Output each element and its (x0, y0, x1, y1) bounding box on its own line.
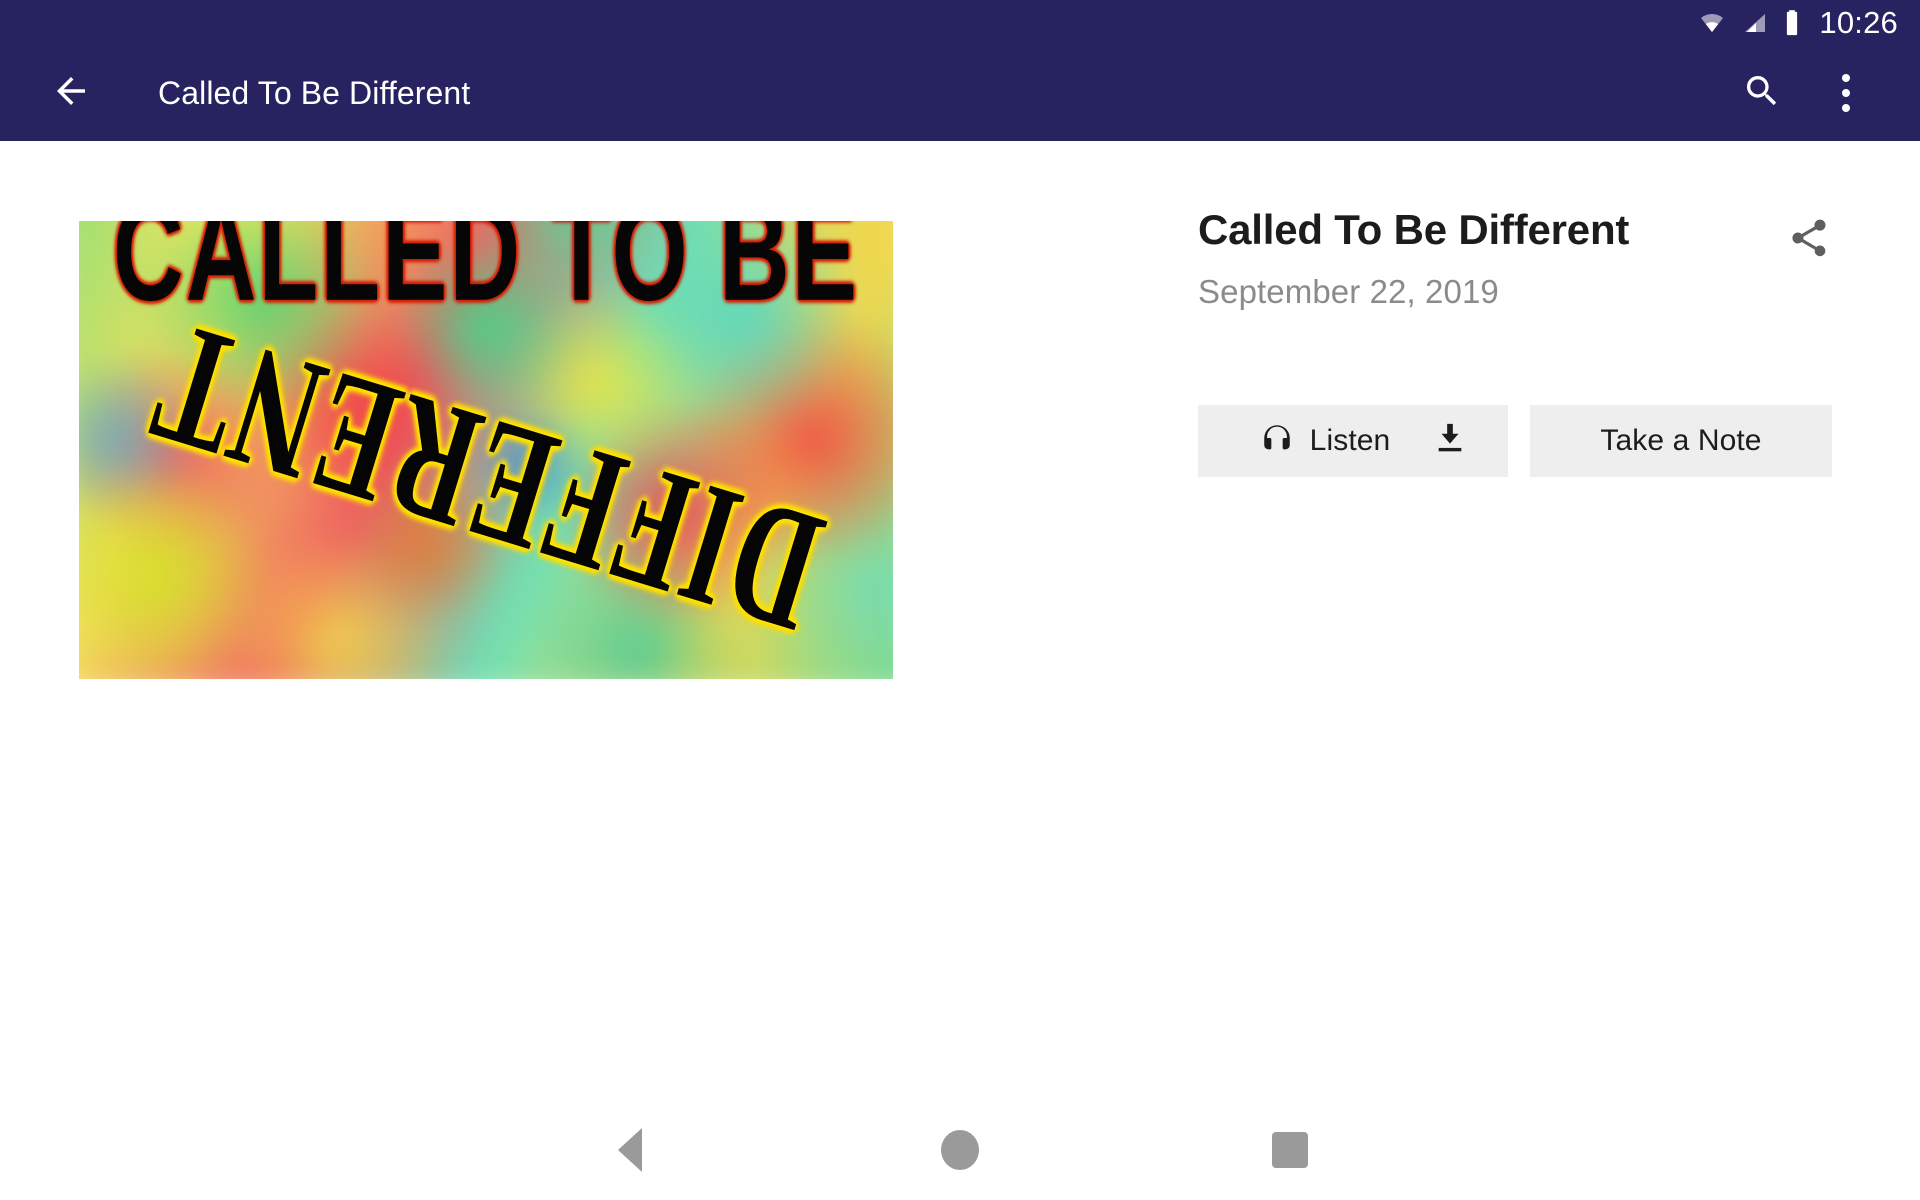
nav-recents-button[interactable] (1125, 1132, 1455, 1168)
download-button[interactable] (1422, 421, 1478, 460)
download-icon (1433, 421, 1467, 460)
wifi-icon (1697, 11, 1727, 35)
nav-home-circle-icon (941, 1130, 979, 1170)
nav-back-triangle-icon (618, 1128, 642, 1172)
more-vert-icon (1842, 74, 1850, 112)
listen-button-label: Listen (1309, 423, 1391, 457)
battery-icon (1783, 9, 1801, 37)
headphones-icon (1260, 421, 1294, 460)
listen-button[interactable]: Listen (1198, 404, 1508, 477)
take-a-note-label: Take a Note (1600, 423, 1762, 457)
search-icon (1742, 71, 1782, 116)
share-button[interactable] (1778, 209, 1840, 271)
back-button[interactable] (42, 64, 100, 122)
page-title: Called To Be Different (1198, 206, 1630, 253)
sermon-artwork[interactable]: CALLED TO BE DIFFERENT (79, 221, 893, 679)
nav-recents-square-icon (1272, 1132, 1308, 1168)
status-bar: 10:26 (0, 0, 1920, 45)
content-area: CALLED TO BE DIFFERENT Called To Be Diff… (0, 141, 1920, 1100)
app-bar-title: Called To Be Different (158, 74, 471, 111)
nav-home-button[interactable] (795, 1130, 1125, 1170)
detail-text-block: Called To Be Different September 22, 201… (1198, 205, 1629, 311)
action-button-row: Listen Take a Note (1198, 404, 1848, 477)
listen-button-inner: Listen (1228, 421, 1422, 460)
nav-back-button[interactable] (465, 1128, 795, 1172)
take-a-note-button[interactable]: Take a Note (1530, 404, 1832, 477)
system-navigation-bar (0, 1100, 1920, 1200)
overflow-menu-button[interactable] (1818, 65, 1874, 121)
cell-signal-icon (1741, 11, 1769, 35)
status-clock: 10:26 (1819, 5, 1898, 40)
detail-header: Called To Be Different September 22, 201… (1198, 205, 1848, 311)
app-bar-actions (1734, 65, 1874, 121)
share-icon (1787, 216, 1831, 265)
search-button[interactable] (1734, 65, 1790, 121)
arrow-back-icon (50, 70, 92, 117)
app-bar: Called To Be Different (0, 45, 1920, 141)
detail-panel: Called To Be Different September 22, 201… (1198, 205, 1848, 477)
sermon-date: September 22, 2019 (1198, 272, 1499, 310)
